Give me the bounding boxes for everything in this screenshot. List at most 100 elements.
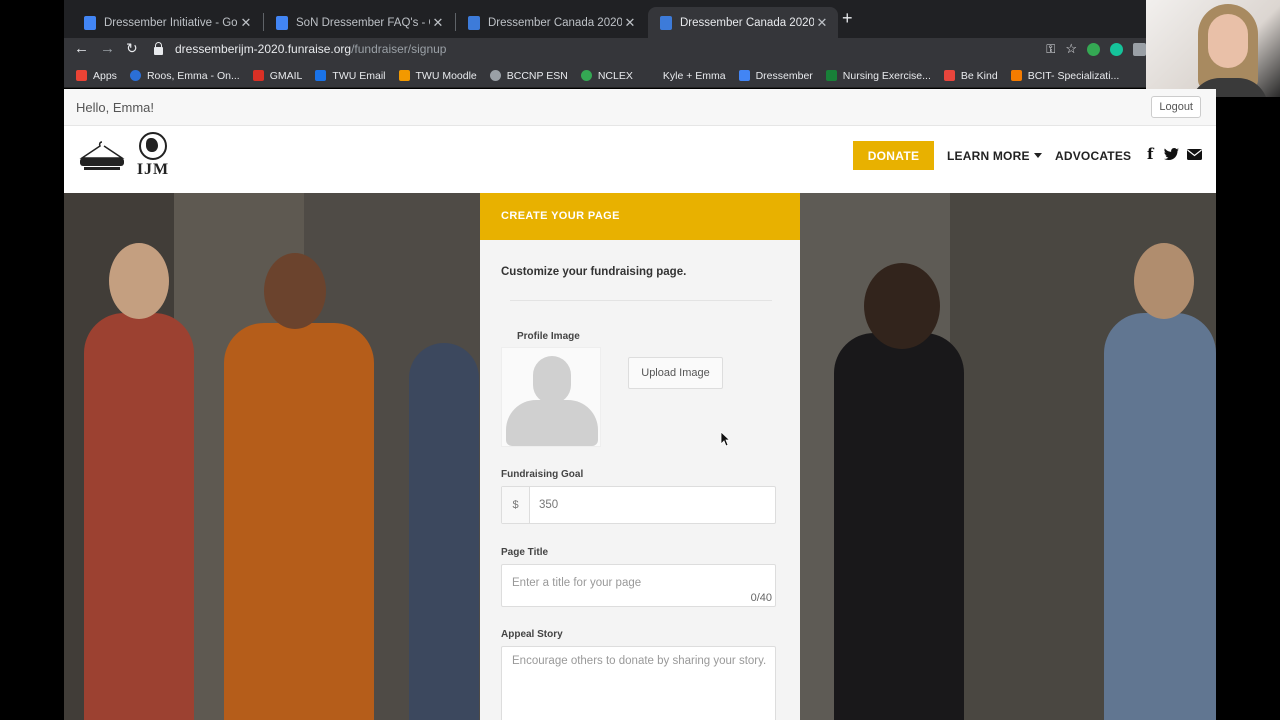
- envelope-icon[interactable]: [1187, 149, 1202, 160]
- docs-icon: [84, 15, 96, 30]
- reload-icon[interactable]: ↻: [126, 40, 138, 57]
- bookmark[interactable]: BCIT- Specializati...: [1010, 69, 1120, 82]
- tab-title: SoN Dressember FAQ's - Goog: [296, 16, 430, 29]
- bookmark-label: BCCNP ESN: [506, 69, 568, 82]
- avatar-head: [533, 356, 571, 404]
- browser-tab-active[interactable]: Dressember Canada 2020 ✕: [648, 7, 838, 38]
- currency-prefix: $: [502, 487, 530, 523]
- close-icon[interactable]: ✕: [814, 15, 830, 31]
- browser-tab[interactable]: Dressember Initiative - Google ✕: [72, 7, 262, 38]
- extension-icon[interactable]: [1087, 42, 1100, 56]
- page-title-input[interactable]: Enter a title for your page 0/40: [501, 564, 776, 607]
- bookmark-label: Be Kind: [960, 69, 998, 82]
- blank-icon: [645, 70, 657, 81]
- docs-icon: [738, 70, 750, 81]
- goal-value: 350: [539, 499, 559, 511]
- close-icon[interactable]: ✕: [430, 15, 446, 31]
- page-title-label: Page Title: [501, 547, 549, 558]
- bookmark[interactable]: NCLEX: [580, 69, 633, 82]
- docs-icon: [276, 15, 288, 30]
- appeal-story-label: Appeal Story: [501, 629, 563, 640]
- bookmark-label: Dressember: [755, 69, 813, 82]
- tab-title: Dressember Initiative - Google: [104, 16, 238, 29]
- cloud-icon: [129, 70, 141, 81]
- browser-tab[interactable]: Dressember Canada 2020 ✕: [456, 7, 646, 38]
- funraise-icon: [468, 15, 480, 30]
- form-subtitle: Customize your fundraising page.: [501, 266, 687, 278]
- toolbar-right: ⚿ ☆: [1046, 41, 1146, 57]
- bookmark-label: TWU Moodle: [415, 69, 477, 82]
- grammarly-icon[interactable]: [1110, 42, 1123, 56]
- url-path: /fundraiser/signup: [351, 42, 447, 56]
- new-tab-icon[interactable]: +: [842, 8, 853, 29]
- advocates-link[interactable]: ADVOCATES: [1055, 149, 1131, 163]
- bookmark-label: TWU Email: [332, 69, 386, 82]
- close-icon[interactable]: ✕: [238, 15, 254, 31]
- ijm-logo[interactable]: IJM: [136, 132, 170, 180]
- webcam-overlay: [1146, 0, 1280, 97]
- gmail-icon: [252, 70, 264, 81]
- bookmark-label: NCLEX: [597, 69, 633, 82]
- extension-icon[interactable]: [1133, 42, 1146, 56]
- facebook-icon[interactable]: f: [1147, 145, 1153, 163]
- close-icon[interactable]: ✕: [622, 15, 638, 31]
- create-page-form: CREATE YOUR PAGE Customize your fundrais…: [480, 193, 800, 720]
- mouse-cursor-icon: [720, 431, 730, 447]
- moodle-icon: [398, 70, 410, 81]
- bookmark[interactable]: Apps: [76, 70, 117, 82]
- bookmark[interactable]: TWU Email: [315, 69, 386, 82]
- appeal-story-placeholder: Encourage others to donate by sharing yo…: [512, 655, 767, 667]
- bookmark[interactable]: Dressember: [738, 69, 813, 82]
- bookmark[interactable]: Nursing Exercise...: [825, 69, 931, 82]
- nclex-icon: [580, 70, 592, 81]
- upload-image-button[interactable]: Upload Image: [628, 357, 723, 389]
- browser-tab-bar: Dressember Initiative - Google ✕ SoN Dre…: [64, 0, 1146, 38]
- instagram-icon: [943, 70, 955, 81]
- appeal-story-textarea[interactable]: Encourage others to donate by sharing yo…: [501, 646, 776, 720]
- bookmark[interactable]: TWU Moodle: [398, 69, 477, 82]
- bookmarks-bar: Apps Roos, Emma - On... GMAIL TWU Email …: [64, 64, 1146, 88]
- forward-icon[interactable]: →: [100, 40, 115, 57]
- twitter-icon[interactable]: [1164, 148, 1179, 160]
- d2l-icon: [1010, 70, 1022, 81]
- page-title-placeholder: Enter a title for your page: [512, 577, 642, 589]
- address-bar[interactable]: dressemberijm-2020.funraise.org/fundrais…: [154, 38, 1154, 60]
- bookmark-label: BCIT- Specializati...: [1027, 69, 1120, 82]
- lock-icon: [154, 42, 163, 55]
- bookmark[interactable]: Roos, Emma - On...: [129, 69, 240, 82]
- tab-title: Dressember Canada 2020: [488, 16, 622, 29]
- profile-image-label: Profile Image: [517, 331, 580, 342]
- dressember-logo[interactable]: [78, 140, 126, 172]
- bookmark-label: GMAIL: [269, 69, 303, 82]
- profile-image-placeholder[interactable]: [501, 347, 601, 447]
- globe-icon: [489, 70, 501, 81]
- bookmark[interactable]: BCCNP ESN: [489, 69, 568, 82]
- donate-button[interactable]: DONATE: [853, 141, 934, 170]
- sheets-icon: [825, 70, 837, 81]
- bookmark[interactable]: Be Kind: [943, 69, 998, 82]
- bookmark-label: Roos, Emma - On...: [146, 69, 240, 82]
- greeting-text: Hello, Emma!: [76, 100, 155, 115]
- avatar-body: [506, 400, 598, 446]
- url-host: dressemberijm-2020.funraise.org: [175, 42, 352, 56]
- globe-icon: [139, 132, 167, 160]
- outlook-icon: [315, 70, 327, 81]
- apps-icon: [76, 70, 87, 81]
- site-header: IJM DONATE LEARN MORE ADVOCATES f: [64, 126, 1216, 193]
- browser-tab[interactable]: SoN Dressember FAQ's - Goog ✕: [264, 7, 454, 38]
- star-icon[interactable]: ☆: [1065, 41, 1077, 57]
- bookmark[interactable]: GMAIL: [252, 69, 303, 82]
- logout-button[interactable]: Logout: [1151, 96, 1201, 118]
- character-counter: 0/40: [750, 592, 772, 604]
- browser-toolbar: ← → ↻ dressemberijm-2020.funraise.org/fu…: [64, 38, 1146, 64]
- key-icon[interactable]: ⚿: [1046, 42, 1055, 57]
- learn-more-menu[interactable]: LEARN MORE: [947, 149, 1042, 163]
- fundraising-goal-input[interactable]: $ 350: [501, 486, 776, 524]
- form-header: CREATE YOUR PAGE: [480, 193, 800, 240]
- caret-down-icon: [1033, 153, 1042, 158]
- fundraising-goal-label: Fundraising Goal: [501, 469, 584, 480]
- bookmark[interactable]: Kyle + Emma: [645, 70, 726, 82]
- learn-more-label: LEARN MORE: [947, 149, 1030, 163]
- bookmark-label: Nursing Exercise...: [842, 69, 931, 82]
- back-icon[interactable]: ←: [74, 40, 89, 57]
